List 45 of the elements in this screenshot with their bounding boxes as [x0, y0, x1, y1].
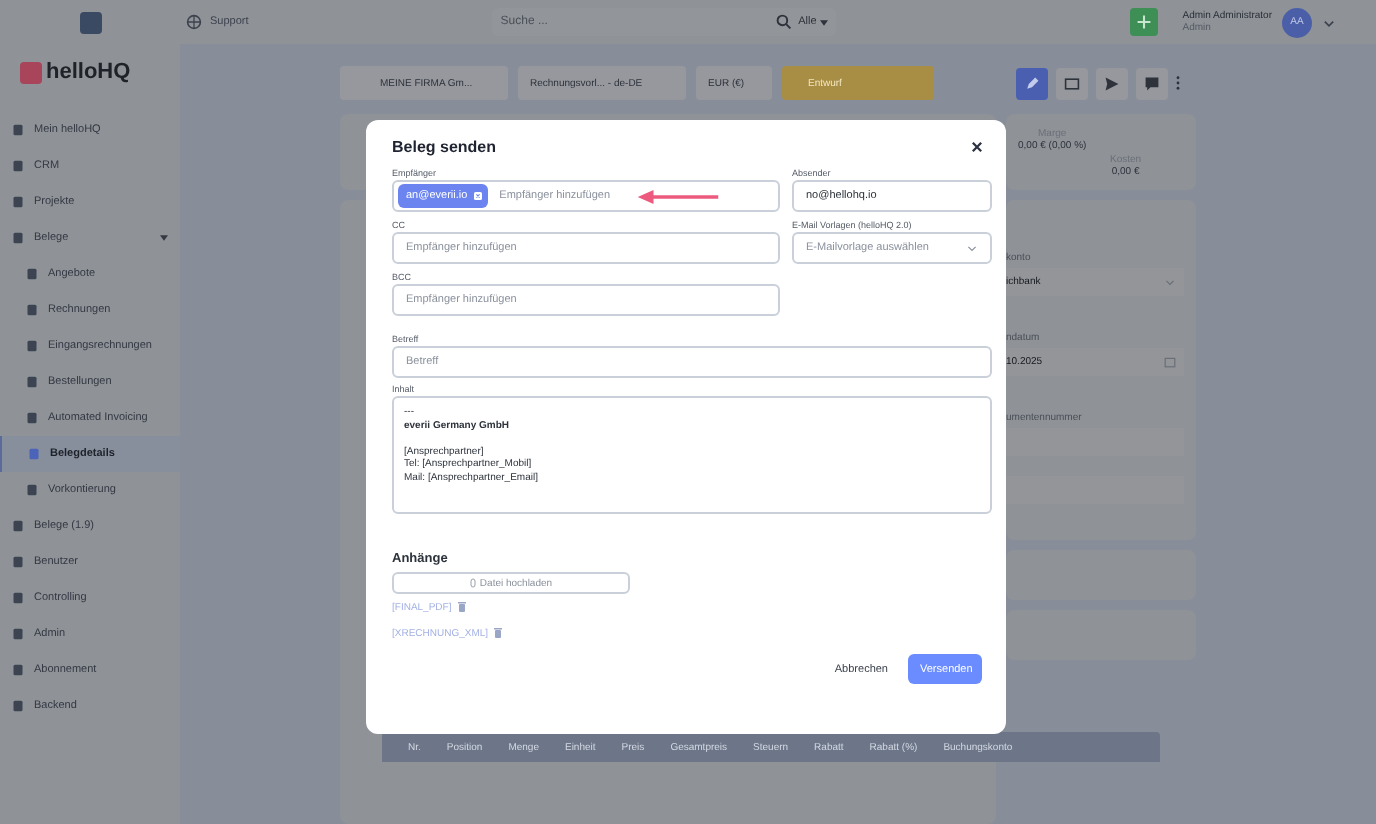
document-icon [12, 664, 24, 676]
calendar-icon [1164, 356, 1176, 368]
pencil-icon [1024, 75, 1040, 91]
window-icon [1064, 75, 1080, 91]
chevron-down-icon [966, 242, 978, 254]
document-icon [12, 628, 24, 640]
comment-icon [1144, 75, 1160, 91]
document-icon [26, 412, 38, 424]
document-icon [26, 304, 38, 316]
search-icon[interactable] [776, 14, 793, 30]
close-icon[interactable] [970, 140, 984, 154]
document-icon [26, 484, 38, 496]
chevron-down-icon [1164, 276, 1176, 288]
trash-icon[interactable] [494, 628, 503, 638]
preview-button[interactable] [1056, 67, 1088, 99]
document-icon [12, 160, 24, 172]
dialog-title: Beleg senden [392, 138, 497, 156]
chevron-down-icon[interactable] [1322, 15, 1337, 29]
globe-icon [186, 14, 202, 30]
caret-icon[interactable] [160, 234, 168, 242]
add-button[interactable] [1130, 8, 1159, 36]
document-icon [12, 520, 24, 532]
document-icon [12, 592, 24, 604]
form-field[interactable] [1006, 476, 1184, 504]
document-icon [28, 448, 40, 460]
logo-mark-icon [20, 61, 42, 83]
trash-icon[interactable] [457, 602, 466, 612]
document-icon [12, 232, 24, 244]
app-logo-icon[interactable] [79, 11, 101, 33]
logo-text: helloHQ [46, 60, 131, 84]
edit-button[interactable] [1016, 67, 1048, 99]
paperclip-icon [469, 578, 476, 588]
document-icon [26, 268, 38, 280]
document-icon [26, 340, 38, 352]
document-icon [12, 700, 24, 712]
comment-button[interactable] [1136, 67, 1168, 99]
document-icon [12, 124, 24, 136]
document-icon [12, 196, 24, 208]
send-icon [1104, 75, 1120, 91]
send-button[interactable] [1096, 67, 1128, 99]
plus-icon [1136, 14, 1153, 30]
caret-icon[interactable] [820, 19, 829, 25]
document-icon [12, 556, 24, 568]
document-icon [26, 376, 38, 388]
form-field[interactable] [1006, 428, 1184, 456]
